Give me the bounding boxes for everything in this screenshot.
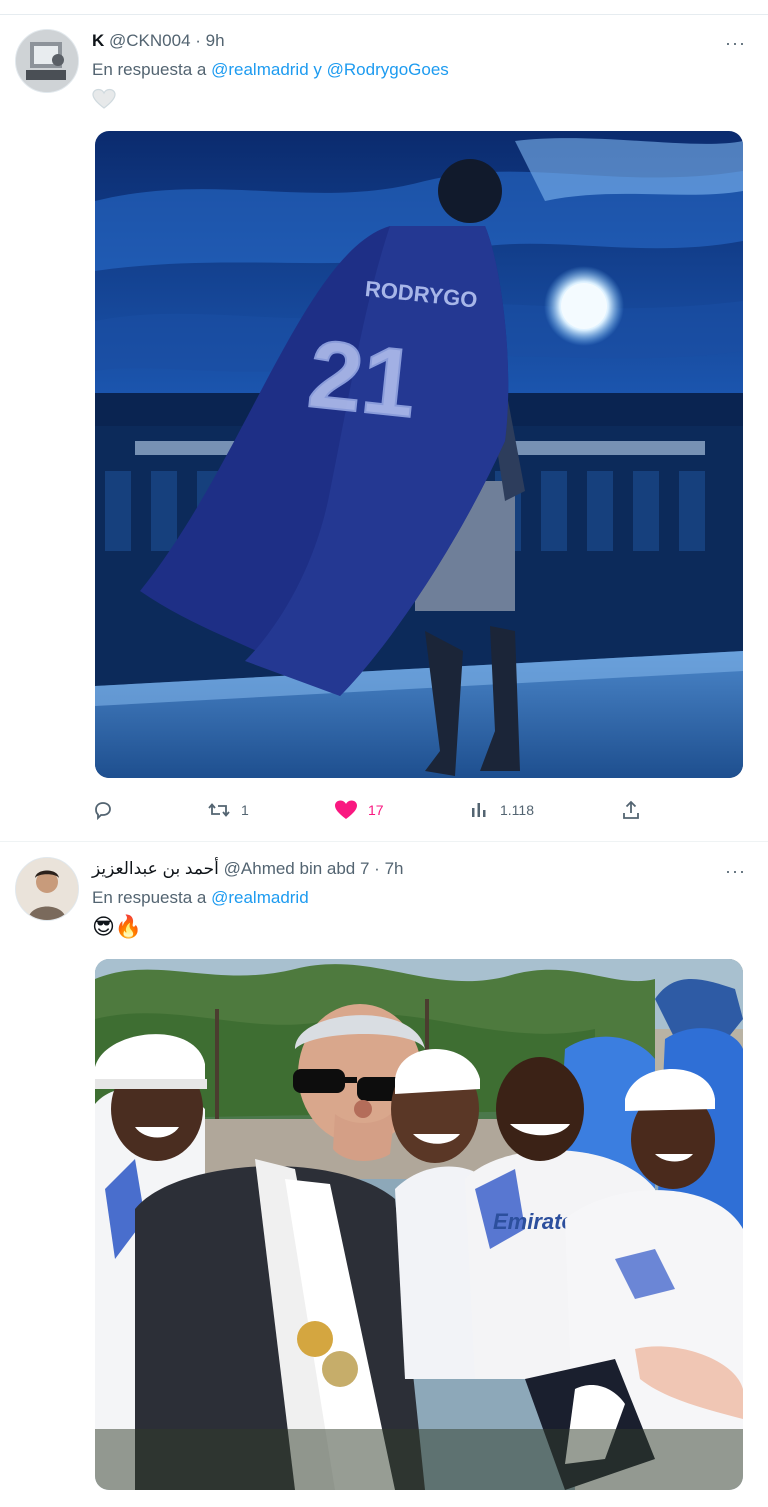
like-button[interactable]: 17 — [334, 799, 384, 821]
display-name[interactable]: K — [92, 31, 104, 50]
share-button[interactable] — [620, 799, 642, 821]
reply-context: En respuesta a @realmadrid — [92, 888, 309, 908]
mention-link[interactable]: @RodrygoGoes — [327, 60, 449, 79]
tweet-image[interactable]: RODRYGO 21 — [95, 131, 743, 778]
handle[interactable]: @CKN004 — [109, 31, 191, 50]
more-options-icon[interactable]: ··· — [725, 33, 746, 54]
mention-conjunction: y — [313, 60, 322, 79]
display-name[interactable]: أحمد بن عبدالعزيز — [92, 859, 219, 878]
handle[interactable]: @Ahmed bin abd 7 — [224, 859, 370, 878]
jersey-number-text: 21 — [304, 320, 421, 438]
tweet-actions: 1 17 1.118 — [92, 799, 652, 823]
share-icon — [623, 800, 639, 819]
reply-icon — [95, 802, 111, 821]
tweet-header: أحمد بن عبدالعزيز @Ahmed bin abd 7 · 7h — [92, 859, 404, 879]
reply-context: En respuesta a @realmadrid y @RodrygoGoe… — [92, 60, 449, 80]
avatar-image — [16, 30, 78, 92]
team-celebration-photo: Emirates — [95, 959, 743, 1490]
retweet-count: 1 — [241, 802, 249, 818]
avatar[interactable] — [15, 857, 79, 921]
separator-dot: · — [195, 31, 201, 50]
views-icon — [472, 803, 486, 817]
like-count: 17 — [368, 802, 384, 818]
like-heart-filled-icon — [335, 800, 357, 819]
mention-link[interactable]: @realmadrid — [211, 60, 309, 79]
like-heart-outline-icon[interactable] — [92, 88, 116, 115]
avatar[interactable] — [15, 29, 79, 93]
retweet-icon — [208, 803, 230, 817]
tweet-image[interactable]: Emirates — [95, 959, 743, 1490]
views-button[interactable]: 1.118 — [468, 799, 534, 821]
rodrygo-caped-figure-image: RODRYGO 21 — [95, 131, 743, 778]
reply-prefix: En respuesta a — [92, 60, 207, 79]
timestamp[interactable]: 9h — [206, 31, 225, 50]
separator-dot: · — [374, 859, 380, 878]
avatar-image — [16, 858, 78, 920]
mention-link[interactable]: @realmadrid — [211, 888, 309, 907]
retweet-button[interactable]: 1 — [207, 799, 249, 821]
timestamp[interactable]: 7h — [385, 859, 404, 878]
tweet-2[interactable]: أحمد بن عبدالعزيز @Ahmed bin abd 7 · 7h … — [0, 842, 768, 1507]
reply-button[interactable] — [92, 799, 124, 821]
more-options-icon[interactable]: ··· — [725, 861, 746, 882]
tweet-1[interactable]: K @CKN004 · 9h ··· En respuesta a @realm… — [0, 0, 768, 840]
views-count: 1.118 — [500, 802, 534, 818]
reply-prefix: En respuesta a — [92, 888, 207, 907]
tweet-text: 😎🔥 — [92, 914, 143, 939]
tweet-header: K @CKN004 · 9h — [92, 31, 225, 51]
